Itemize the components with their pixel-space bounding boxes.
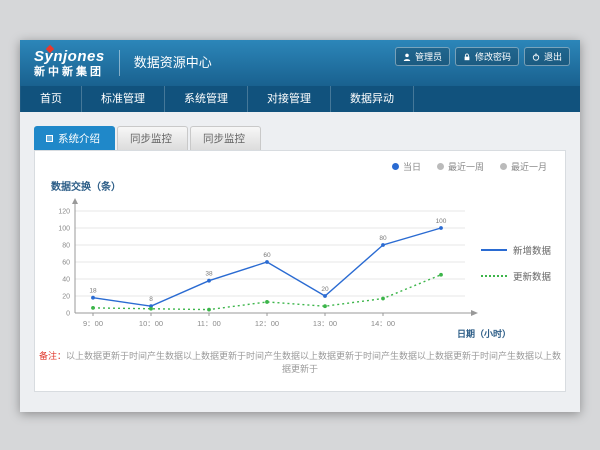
lock-icon [463,53,471,61]
series-legend-item-0[interactable]: 新增数据 [481,243,551,257]
tab-label: 同步监控 [203,131,245,146]
logout-button-label: 退出 [544,50,562,63]
tab-0[interactable]: 系统介绍 [34,126,115,150]
chart-card: 当日 最近一周 最近一月 数据交换（条） 0 20 40 60 80 100 120 9：00 10… [34,150,566,392]
svg-text:60: 60 [62,260,70,267]
svg-text:38: 38 [205,271,213,278]
svg-text:100: 100 [436,218,447,225]
tab-label: 系统介绍 [58,131,100,146]
svg-text:18: 18 [89,288,97,295]
change-password-button[interactable]: 修改密码 [455,47,519,66]
header-actions: 管理员 修改密码 退出 [395,47,570,66]
logout-button[interactable]: 退出 [524,47,570,66]
svg-text:60: 60 [263,252,271,259]
svg-text:10：00: 10：00 [139,319,163,328]
nav-item-2[interactable]: 系统管理 [165,86,248,112]
svg-text:12：00: 12：00 [255,319,279,328]
svg-text:13：00: 13：00 [313,319,337,328]
chart-filter-0[interactable]: 当日 [392,160,421,173]
tab-label: 同步监控 [130,131,172,146]
svg-text:100: 100 [58,226,70,233]
tab-bar: 系统介绍 同步监控 同步监控 [34,126,566,150]
line-chart: 0 20 40 60 80 100 120 9：00 10：00 11：00 12：00 13：00 1… [41,195,523,355]
footer-note: 备注：以上数据更新于时间产生数据以上数据更新于时间产生数据以上数据更新于时间产生… [35,349,565,375]
svg-text:9：00: 9：00 [83,319,103,328]
chart-filter-legend: 当日 最近一周 最近一月 [392,160,547,173]
main-nav: 首页标准管理系统管理对接管理数据异动 [20,86,580,112]
series-line-icon [481,249,507,251]
admin-button[interactable]: 管理员 [395,47,450,66]
nav-item-3[interactable]: 对接管理 [248,86,331,112]
brand-logo: Synjones 新中新集团 [34,49,105,78]
svg-text:8: 8 [149,296,153,303]
tab-1[interactable]: 同步监控 [117,126,188,150]
legend-dot-icon [437,163,444,170]
series-legend: 新增数据更新数据 [481,243,551,283]
chart-filter-2[interactable]: 最近一月 [500,160,547,173]
page-title: 数据资源中心 [119,50,212,76]
app-window: Synjones 新中新集团 数据资源中心 管理员 修改密码 退出 首页标准管理… [20,40,580,412]
svg-text:40: 40 [62,277,70,284]
svg-text:14：00: 14：00 [371,319,395,328]
nav-item-4[interactable]: 数据异动 [331,86,414,112]
series-legend-label: 新增数据 [513,243,551,257]
nav-item-1[interactable]: 标准管理 [82,86,165,112]
svg-text:0: 0 [66,311,70,318]
brand-name-en: Synjones [34,49,105,64]
nav-item-0[interactable]: 首页 [20,86,82,112]
svg-text:11：00: 11：00 [197,319,221,328]
power-icon [532,53,540,61]
content-area: 系统介绍 同步监控 同步监控 当日 最近一周 最近一月 数据交换（条） 0 20 40 60 8… [20,112,580,412]
legend-dot-icon [392,163,399,170]
note-label: 备注： [39,351,66,361]
chart-filter-label: 当日 [403,160,421,173]
app-header: Synjones 新中新集团 数据资源中心 管理员 修改密码 退出 [20,40,580,86]
note-text: 以上数据更新于时间产生数据以上数据更新于时间产生数据以上数据更新于时间产生数据以… [66,351,561,374]
series-line-icon [481,275,507,277]
admin-button-label: 管理员 [415,50,442,63]
legend-dot-icon [500,163,507,170]
brand-name-cn: 新中新集团 [34,67,105,78]
series-legend-label: 更新数据 [513,269,551,283]
user-icon [403,53,411,61]
tab-2[interactable]: 同步监控 [190,126,261,150]
chart-filter-label: 最近一周 [448,160,484,173]
svg-text:20: 20 [62,294,70,301]
tab-grid-icon [46,135,53,142]
y-axis-title: 数据交换（条） [51,178,121,193]
chart-filter-label: 最近一月 [511,160,547,173]
svg-text:日期（小时）: 日期（小时） [457,328,511,339]
svg-text:20: 20 [321,286,329,293]
svg-text:80: 80 [62,243,70,250]
chart-filter-1[interactable]: 最近一周 [437,160,484,173]
svg-text:80: 80 [379,235,387,242]
svg-text:120: 120 [58,209,70,216]
series-legend-item-1[interactable]: 更新数据 [481,269,551,283]
change-password-label: 修改密码 [475,50,511,63]
